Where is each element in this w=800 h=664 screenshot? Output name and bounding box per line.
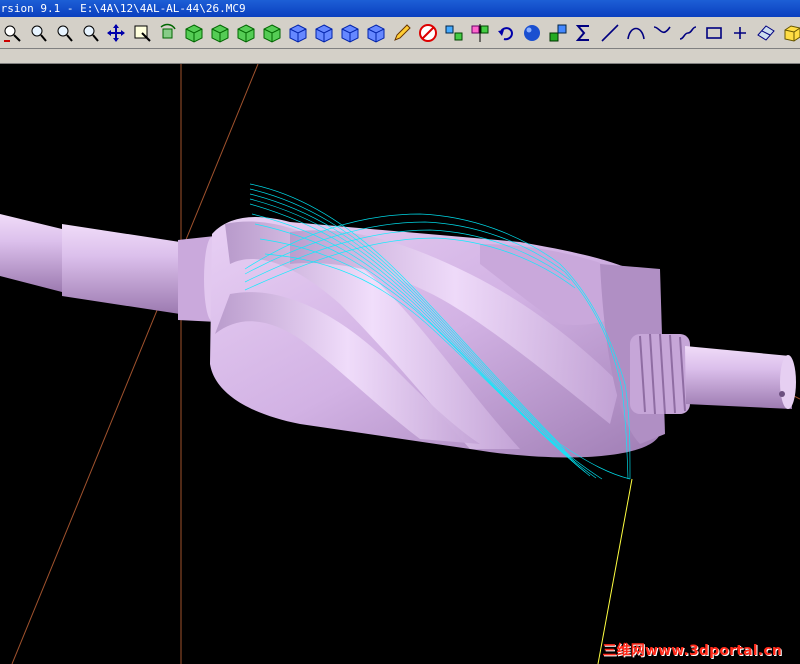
iso-view-icon [263, 23, 281, 43]
surface-button[interactable] [754, 20, 778, 46]
3d-scene[interactable] [0, 63, 800, 664]
side-view-button[interactable] [234, 20, 258, 46]
cube-blue-side-icon [341, 23, 359, 43]
arc-icon [627, 27, 645, 39]
zoom-window-icon [31, 25, 47, 42]
threaded-section [630, 333, 690, 415]
arc-button[interactable] [624, 20, 648, 46]
no-entry-button[interactable] [416, 20, 440, 46]
spline-button[interactable] [676, 20, 700, 46]
fillet-button[interactable] [650, 20, 674, 46]
surface-icon [757, 24, 775, 41]
mastercam-window: ersion 9.1 - E:\4A\12\4AL-AL-44\26.MC9 三… [0, 0, 800, 664]
rotate-view-button[interactable] [156, 20, 180, 46]
pencil-button[interactable] [390, 20, 414, 46]
cube-blue-side-button[interactable] [338, 20, 362, 46]
point-button[interactable] [728, 20, 752, 46]
front-view-button[interactable] [208, 20, 232, 46]
rotate-view-icon [160, 23, 176, 38]
zoom-in-button[interactable] [52, 20, 76, 46]
right-shaft [685, 346, 792, 409]
cube-blue-iso-icon [367, 23, 385, 43]
rectangle-button[interactable] [702, 20, 726, 46]
sphere-button[interactable] [520, 20, 544, 46]
right-shaft-end [780, 355, 796, 409]
zoom-out-icon [83, 25, 99, 42]
layers-button[interactable] [546, 20, 570, 46]
zoom-in-icon [57, 25, 73, 42]
window-title: ersion 9.1 - E:\4A\12\4AL-AL-44\26.MC9 [0, 2, 246, 15]
cube-blue-front-icon [315, 23, 333, 43]
sigma-button[interactable] [572, 20, 596, 46]
no-entry-icon [419, 23, 437, 42]
zoom-prev-button[interactable] [0, 20, 24, 46]
solid-icon [784, 24, 800, 42]
layers-icon [549, 24, 567, 41]
solid-button[interactable] [780, 20, 800, 46]
viewport-frame [0, 49, 800, 64]
sphere-icon [524, 24, 540, 41]
cube-blue-iso-button[interactable] [364, 20, 388, 46]
spline-icon [679, 25, 697, 40]
top-view-icon [185, 23, 203, 43]
cube-blue-top-button[interactable] [286, 20, 310, 46]
front-view-icon [211, 23, 229, 43]
transform-button[interactable] [442, 20, 466, 46]
left-shaft-step [62, 224, 180, 314]
title-bar: ersion 9.1 - E:\4A\12\4AL-AL-44\26.MC9 [0, 0, 800, 17]
cube-blue-top-icon [289, 23, 307, 43]
axis-line-yellow [597, 478, 633, 664]
rectangle-icon [706, 26, 722, 39]
iso-view-button[interactable] [260, 20, 284, 46]
undo-icon [498, 26, 514, 40]
zoom-out-button[interactable] [78, 20, 102, 46]
pencil-icon [394, 23, 411, 41]
mirror-button[interactable] [468, 20, 492, 46]
watermark-text: 三维网www.3dportal.cn [602, 643, 782, 659]
pan-button[interactable] [104, 20, 128, 46]
main-toolbar [0, 17, 800, 49]
zoom-select-button[interactable] [130, 20, 154, 46]
zoom-select-icon [134, 25, 151, 42]
center-hole [779, 391, 785, 397]
sigma-icon [575, 24, 589, 41]
undo-button[interactable] [494, 20, 518, 46]
top-view-button[interactable] [182, 20, 206, 46]
line-button[interactable] [598, 20, 622, 46]
pan-icon [107, 23, 125, 42]
transform-icon [445, 25, 463, 40]
zoom-window-button[interactable] [26, 20, 50, 46]
line-icon [601, 23, 619, 42]
cube-blue-front-button[interactable] [312, 20, 336, 46]
mirror-icon [471, 23, 489, 42]
side-view-icon [237, 23, 255, 43]
fillet-icon [653, 25, 671, 33]
point-icon [734, 26, 746, 39]
zoom-prev-icon [4, 25, 21, 42]
graphics-viewport[interactable]: 三维网www.3dportal.cn [0, 63, 800, 664]
left-shaft [0, 214, 62, 292]
